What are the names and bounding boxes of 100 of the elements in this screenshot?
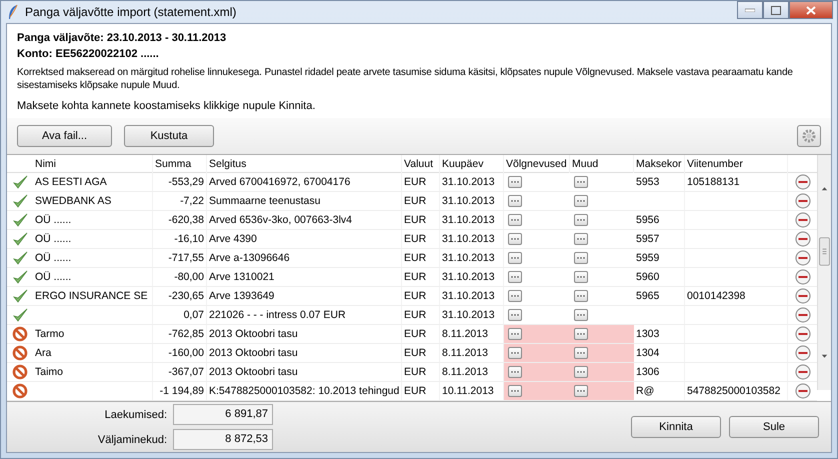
table-cell: -553,29 (153, 173, 207, 191)
close-icon (806, 6, 816, 14)
table-cell: 1306 (634, 363, 685, 381)
table-cell: Ara (33, 344, 153, 362)
table-cell: OÜ ...... (33, 211, 153, 229)
table-cell: 5957 (634, 230, 685, 248)
table-cell: 31.10.2013 (440, 230, 504, 248)
checkmark-icon (12, 288, 28, 304)
total-label: Väljaminekud: (96, 434, 167, 446)
table-cell: Arved 6700416972, 67004176 (207, 173, 402, 191)
table-cell: R@ (634, 382, 685, 400)
table-cell: Tarmo (33, 325, 153, 343)
table-cell: EUR (402, 382, 440, 400)
ellipsis-button[interactable] (508, 366, 522, 378)
table-cell: EUR (402, 230, 440, 248)
table-cell: Arve 1310021 (207, 268, 402, 286)
table-cell: Arve a-13096646 (207, 249, 402, 267)
ellipsis-button[interactable] (574, 366, 588, 378)
ellipsis-button[interactable] (508, 309, 522, 321)
settings-button[interactable] (797, 125, 821, 147)
remove-icon[interactable] (794, 288, 810, 304)
minimize-icon (745, 8, 755, 12)
table-cell: AS EESTI AGA (33, 173, 153, 191)
prohibited-icon (12, 383, 28, 399)
column-header: Kuupäev (440, 155, 504, 173)
ellipsis-button[interactable] (508, 290, 522, 302)
table-cell: 5959 (634, 249, 685, 267)
column-header: Nimi (33, 155, 153, 173)
table-cell: -367,07 (153, 363, 207, 381)
ellipsis-button[interactable] (508, 347, 522, 359)
ellipsis-button[interactable] (574, 309, 588, 321)
remove-icon[interactable] (794, 193, 810, 209)
remove-icon[interactable] (794, 307, 810, 323)
remove-icon[interactable] (794, 250, 810, 266)
ellipsis-button[interactable] (574, 233, 588, 245)
ellipsis-button[interactable] (508, 176, 522, 188)
table-cell: Taimo (33, 363, 153, 381)
table-cell: 31.10.2013 (440, 268, 504, 286)
column-header: Võlgnevused (504, 155, 570, 173)
ellipsis-button[interactable] (574, 290, 588, 302)
ellipsis-button[interactable] (574, 195, 588, 207)
table-cell: SWEDBANK AS (33, 192, 153, 210)
table-cell: Arved 6536v-3ko, 007663-3lv4 (207, 211, 402, 229)
minimize-button[interactable] (737, 1, 763, 19)
prohibited-icon (12, 345, 28, 361)
remove-icon[interactable] (794, 345, 810, 361)
table-cell: OÜ ...... (33, 230, 153, 248)
ellipsis-button[interactable] (508, 233, 522, 245)
table-cell: 31.10.2013 (440, 211, 504, 229)
confirm-button[interactable]: Kinnita (631, 416, 721, 438)
table-cell: -762,85 (153, 325, 207, 343)
ellipsis-button[interactable] (574, 214, 588, 226)
table-cell: Arve 1393649 (207, 287, 402, 305)
open-file-button[interactable]: Ava fail... (17, 125, 112, 147)
column-header: Summa (153, 155, 207, 173)
checkmark-icon (12, 174, 28, 190)
total-label: Laekumised: (104, 408, 167, 420)
hint-text: Maksete kohta kannete koostamiseks klikkige nupule Kinnita. (17, 100, 316, 112)
ellipsis-button[interactable] (574, 271, 588, 283)
settings-icon (802, 129, 816, 143)
remove-icon[interactable] (794, 174, 810, 190)
table-cell: ERGO INSURANCE SE (33, 287, 153, 305)
feather-icon (7, 4, 19, 20)
maximize-button[interactable] (763, 1, 789, 19)
checkmark-icon (12, 269, 28, 285)
ellipsis-button[interactable] (508, 252, 522, 264)
scrollbar[interactable] (817, 155, 831, 390)
remove-icon[interactable] (794, 326, 810, 342)
ellipsis-button[interactable] (574, 385, 588, 397)
table-cell: 2013 Oktoobri tasu (207, 325, 402, 343)
ellipsis-button[interactable] (508, 214, 522, 226)
remove-icon[interactable] (794, 212, 810, 228)
delete-button[interactable]: Kustuta (124, 125, 214, 147)
ellipsis-button[interactable] (508, 328, 522, 340)
ellipsis-button[interactable] (574, 252, 588, 264)
table-cell: EUR (402, 325, 440, 343)
maximize-icon (771, 6, 781, 14)
table-cell: 5956 (634, 211, 685, 229)
table-cell: -620,38 (153, 211, 207, 229)
table-cell: EUR (402, 173, 440, 191)
checkmark-icon (12, 250, 28, 266)
ellipsis-button[interactable] (574, 328, 588, 340)
table-cell: OÜ ...... (33, 268, 153, 286)
remove-icon[interactable] (794, 364, 810, 380)
ellipsis-button[interactable] (508, 195, 522, 207)
ellipsis-button[interactable] (508, 385, 522, 397)
prohibited-icon (12, 364, 28, 380)
ellipsis-button[interactable] (574, 176, 588, 188)
ellipsis-button[interactable] (574, 347, 588, 359)
remove-icon[interactable] (794, 383, 810, 399)
table-cell: -1 194,89 (153, 382, 207, 400)
table-cell: 1303 (634, 325, 685, 343)
table-cell: -717,55 (153, 249, 207, 267)
window-title: Panga väljavõtte import (statement.xml) (25, 5, 238, 19)
close-dialog-button[interactable]: Sule (729, 416, 819, 438)
remove-icon[interactable] (794, 231, 810, 247)
ellipsis-button[interactable] (508, 271, 522, 283)
close-button[interactable] (789, 1, 833, 19)
remove-icon[interactable] (794, 269, 810, 285)
column-header: Selgitus (207, 155, 402, 173)
